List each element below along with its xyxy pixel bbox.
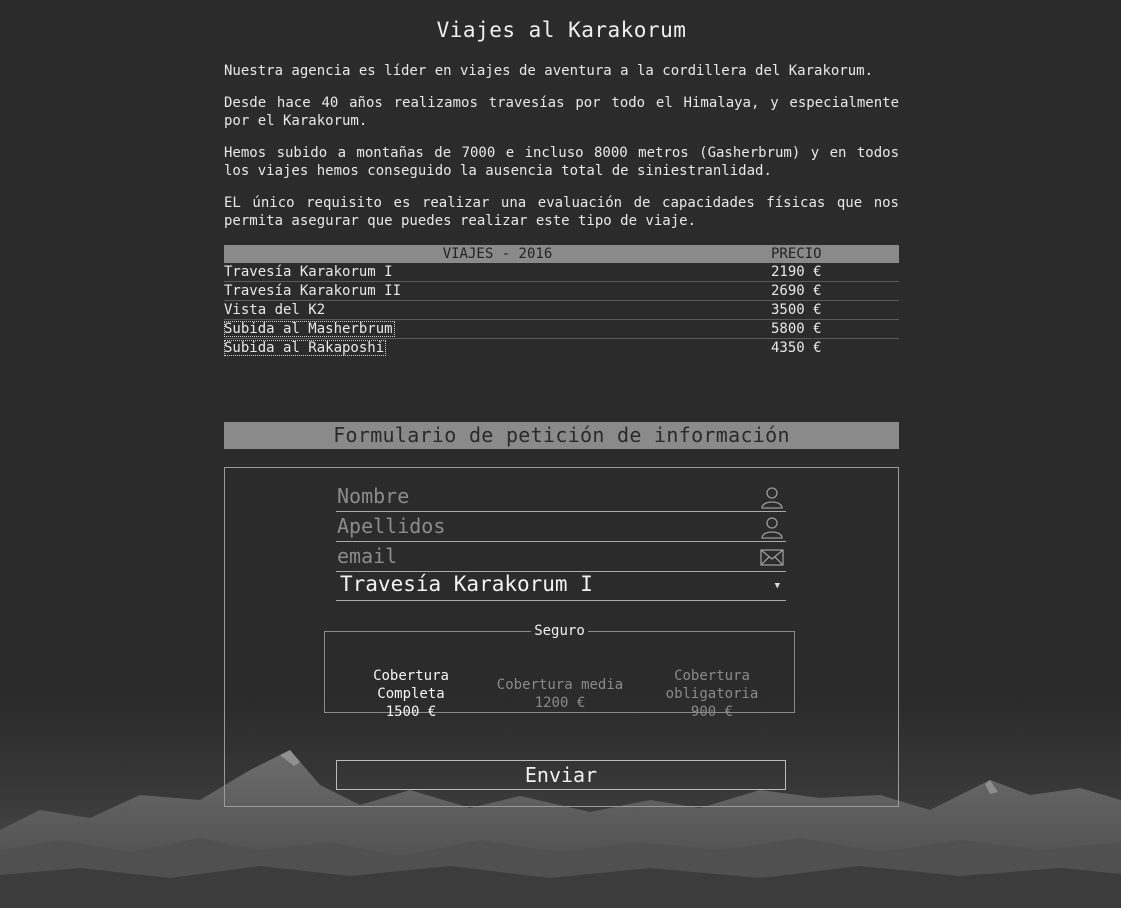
intro-paragraph: Nuestra agencia es líder en viajes de av… — [224, 63, 874, 79]
intro-text: Nuestra agencia es líder en viajes de av… — [224, 62, 899, 244]
insurance-option-medium[interactable]: Cobertura media 1200 € — [485, 676, 635, 712]
submit-button[interactable]: Enviar — [336, 760, 786, 790]
insurance-legend: Seguro — [534, 623, 585, 639]
apellidos-placeholder: Apellidos — [337, 514, 446, 538]
envelope-icon — [760, 549, 784, 566]
intro-paragraph: Hemos subido a montañas de 7000 e inclus… — [224, 145, 899, 179]
column-header-trips: VIAJES - 2016 — [224, 245, 771, 263]
table-header-row: VIAJES - 2016 PRECIO — [224, 245, 899, 263]
table-row: Travesía Karakorum I 2190 € — [224, 263, 899, 282]
email-field[interactable]: email — [336, 542, 786, 572]
nombre-field[interactable]: Nombre — [336, 482, 786, 512]
trip-name: Travesía Karakorum I — [224, 263, 771, 282]
trip-price: 2690 € — [771, 281, 899, 301]
caret-down-icon: ▼ — [774, 581, 780, 591]
insurance-fieldset: Seguro Cobertura Completa 1500 € Cobertu… — [324, 623, 795, 720]
trip-select[interactable]: Travesía Karakorum I ▼ — [336, 571, 786, 601]
information-request-form: Nombre Apellidos email Travesía Karakoru… — [224, 467, 899, 807]
trip-name[interactable]: Subida al Masherbrum — [224, 319, 771, 339]
table-row: Vista del K2 3500 € — [224, 300, 899, 320]
trip-price: 5800 € — [771, 319, 899, 339]
nombre-placeholder: Nombre — [337, 484, 410, 508]
trip-name: Travesía Karakorum II — [224, 281, 771, 301]
insurance-option-complete[interactable]: Cobertura Completa 1500 € — [361, 667, 461, 721]
insurance-option-mandatory[interactable]: Cobertura obligatoria 900 € — [647, 667, 777, 721]
trip-select-value: Travesía Karakorum I — [340, 572, 593, 596]
table-row: Subida al Rakaposhi 4350 € — [224, 339, 899, 358]
intro-paragraph: EL único requisito es realizar una evalu… — [224, 195, 899, 229]
intro-paragraph: Desde hace 40 años realizamos travesías … — [224, 95, 899, 129]
trip-price: 4350 € — [771, 340, 822, 356]
user-icon — [761, 487, 783, 509]
form-title: Formulario de petición de información — [224, 422, 899, 449]
table-row: Subida al Masherbrum 5800 € — [224, 319, 899, 339]
trips-price-table: VIAJES - 2016 PRECIO Travesía Karakorum … — [224, 245, 899, 357]
trip-name: Vista del K2 — [224, 300, 771, 320]
column-header-price: PRECIO — [771, 245, 899, 263]
trip-price: 2190 € — [771, 263, 899, 282]
trip-name[interactable]: Subida al Rakaposhi — [224, 339, 771, 358]
apellidos-field[interactable]: Apellidos — [336, 512, 786, 542]
page-title: Viajes al Karakorum — [436, 18, 687, 42]
table-row: Travesía Karakorum II 2690 € — [224, 281, 899, 301]
user-icon — [761, 517, 783, 539]
email-placeholder: email — [337, 544, 398, 568]
trip-price: 3500 € — [771, 300, 899, 320]
